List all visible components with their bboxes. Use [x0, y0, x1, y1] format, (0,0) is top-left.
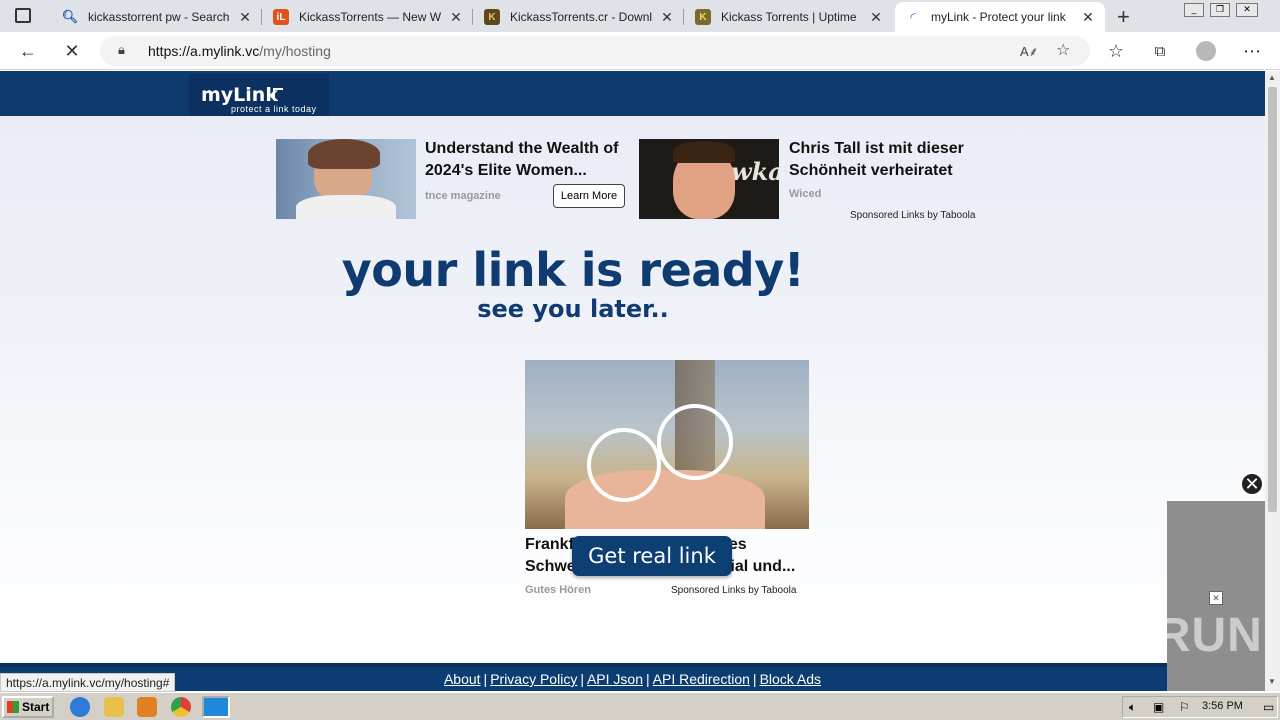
tab-kickass-new[interactable]: iL KickassTorrents — New W ✕: [263, 2, 473, 32]
ad-title[interactable]: Chris Tall ist mit dieser Schönheit verh…: [789, 138, 979, 182]
page-title: your link is ready!: [341, 243, 805, 297]
os-taskbar: Start 🔈︎ ▣ ⚐ ▭ 3:56 PM: [0, 692, 1280, 720]
add-favorite-icon[interactable]: ☆: [1056, 40, 1070, 60]
il-logo-icon: iL: [273, 9, 289, 25]
tab-mylink[interactable]: ◜ myLink - Protect your link ✕: [895, 2, 1105, 32]
watermark-text: ANY RUN: [1038, 609, 1263, 662]
tab-search[interactable]: 🔍︎ kickasstorrent pw - Search ✕: [52, 2, 262, 32]
url-path: /my/hosting: [259, 43, 331, 59]
ad-ring-left: [587, 428, 661, 502]
taskbar-clock: 3:56 PM: [1202, 700, 1243, 712]
tab-kickass-cr[interactable]: K KickassTorrents.cr - Downl ✕: [474, 2, 684, 32]
footer-link-api-redirection[interactable]: API Redirection: [653, 671, 750, 687]
kat-logo-icon: K: [695, 9, 711, 25]
broken-image-icon: ✕: [1209, 591, 1223, 605]
collections-icon[interactable]: ⧉: [1147, 39, 1173, 63]
scroll-down-icon[interactable]: ▼: [1268, 677, 1276, 686]
more-menu-icon[interactable]: ⋯: [1239, 39, 1265, 63]
ad-source: Wiced: [789, 188, 822, 200]
logo-name: myLink: [201, 84, 278, 106]
kat-logo-icon: K: [484, 9, 500, 25]
scroll-thumb[interactable]: [1268, 87, 1277, 512]
ad-hair: [673, 141, 735, 163]
ad-image-woman[interactable]: [276, 139, 416, 219]
site-header: myLink protect a link today: [0, 71, 1265, 116]
ad-image-man[interactable]: wka: [639, 139, 779, 219]
logo-tagline: protect a link today: [231, 104, 317, 114]
ad-source: Gutes Hören: [525, 584, 592, 596]
tab-label: myLink - Protect your link: [931, 10, 1066, 24]
close-window-button[interactable]: ✕: [1236, 3, 1258, 17]
tab-kickass-uptime[interactable]: K Kickass Torrents | Uptime ✕: [685, 2, 893, 32]
media-player-icon[interactable]: [137, 697, 157, 717]
windows-logo-icon: [7, 701, 19, 713]
learn-more-button[interactable]: Learn More: [553, 184, 625, 208]
site-footer: About | Privacy Policy | API Json | API Redire…: [0, 663, 1265, 691]
read-aloud-icon[interactable]: A⸙: [1020, 42, 1038, 60]
logo-mark-icon: [273, 88, 283, 98]
ad-image-text: wka: [731, 157, 779, 186]
url-text[interactable]: https://a.mylink.vc/my/hosting: [148, 43, 331, 59]
minimize-button[interactable]: _: [1184, 3, 1204, 17]
page-subtitle: see you later..: [477, 295, 669, 323]
ad-source: tnce magazine: [425, 190, 501, 202]
tab-actions-icon[interactable]: [15, 8, 31, 23]
close-icon[interactable]: ✕: [869, 9, 883, 26]
close-ad-button[interactable]: ✕: [1240, 472, 1264, 496]
tab-label: KickassTorrents.cr - Downl: [510, 10, 653, 24]
page-scrollbar[interactable]: ▲ ▼: [1265, 71, 1280, 691]
profile-avatar[interactable]: [1196, 41, 1216, 61]
ad-ring-right: [657, 404, 733, 480]
tab-label: KickassTorrents — New W: [299, 10, 442, 24]
tab-label: Kickass Torrents | Uptime: [721, 10, 857, 24]
chrome-icon[interactable]: [171, 697, 191, 717]
start-button[interactable]: Start: [2, 696, 54, 718]
loading-icon: ◜: [910, 8, 916, 25]
ad-title[interactable]: Understand the Wealth of 2024's Elite Wo…: [425, 138, 630, 182]
volume-icon[interactable]: 🔈︎: [1129, 700, 1136, 715]
start-label: Start: [22, 700, 50, 714]
site-logo[interactable]: myLink protect a link today: [189, 74, 329, 116]
network-icon[interactable]: ▣: [1153, 700, 1164, 714]
search-icon: 🔍︎: [61, 9, 79, 24]
ad-image-hearing-aid[interactable]: [525, 360, 809, 529]
explorer-icon[interactable]: [104, 697, 124, 717]
ad-figure-hair: [308, 139, 380, 169]
url-host: https://a.mylink.vc: [148, 43, 260, 59]
get-real-link-button[interactable]: Get real link: [572, 536, 732, 576]
close-icon[interactable]: ✕: [1081, 9, 1095, 26]
sponsored-label[interactable]: Sponsored Links by Taboola: [671, 585, 796, 596]
address-bar[interactable]: 🔒︎ https://a.mylink.vc/my/hosting A⸙ ☆: [100, 36, 1090, 66]
navigation-bar: ← ✕ 🔒︎ https://a.mylink.vc/my/hosting A⸙…: [0, 32, 1280, 70]
flag-icon[interactable]: ⚐: [1179, 700, 1190, 714]
footer-link-about[interactable]: About: [444, 671, 481, 687]
restore-button[interactable]: ❐: [1210, 3, 1230, 17]
tab-label: kickasstorrent pw - Search: [88, 10, 230, 24]
new-tab-button[interactable]: +: [1117, 4, 1130, 30]
footer-links: About | Privacy Policy | API Json | API Redire…: [443, 671, 822, 687]
tab-strip: 🔍︎ kickasstorrent pw - Search ✕ iL Kicka…: [0, 0, 1280, 32]
stop-loading-button[interactable]: ✕: [59, 39, 85, 63]
footer-link-block-ads[interactable]: Block Ads: [760, 671, 821, 687]
edge-icon[interactable]: [202, 696, 230, 718]
display-icon[interactable]: ▭: [1263, 700, 1274, 714]
close-icon[interactable]: ✕: [449, 9, 463, 26]
status-bar-url: https://a.mylink.vc/my/hosting#: [0, 673, 176, 692]
sponsored-label[interactable]: Sponsored Links by Taboola: [850, 210, 975, 221]
footer-link-api-json[interactable]: API Json: [587, 671, 643, 687]
ie-icon[interactable]: [70, 697, 90, 717]
system-tray: 🔈︎ ▣ ⚐ ▭: [1122, 696, 1278, 718]
close-icon[interactable]: ✕: [238, 9, 252, 26]
scroll-up-icon[interactable]: ▲: [1268, 73, 1276, 82]
ad-figure-body: [296, 195, 396, 219]
favorites-icon[interactable]: ☆: [1103, 39, 1129, 63]
close-icon[interactable]: ✕: [660, 9, 674, 26]
lock-icon[interactable]: 🔒︎: [118, 42, 125, 58]
back-button[interactable]: ←: [15, 39, 41, 63]
footer-link-privacy[interactable]: Privacy Policy: [490, 671, 577, 687]
